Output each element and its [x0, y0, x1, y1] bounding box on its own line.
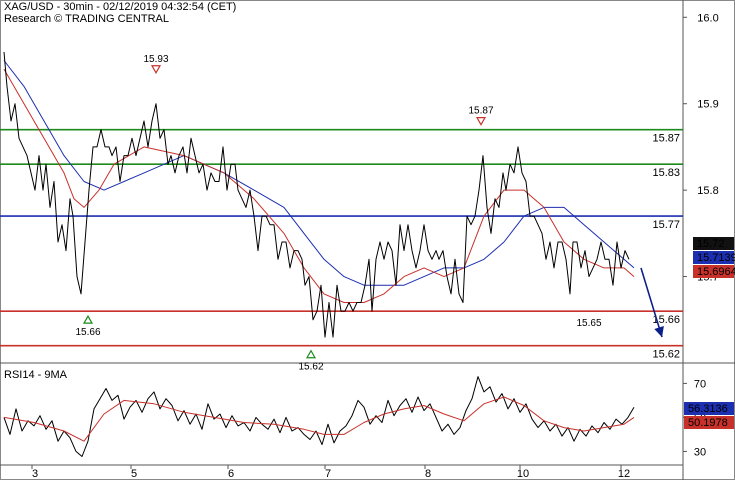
annotation-label: 15.66 [75, 327, 100, 338]
arrow-head-icon [654, 326, 664, 338]
forecast-arrow [640, 267, 664, 338]
price-badge-label: 15.6964 [697, 266, 735, 278]
annotation-label: 15.62 [298, 362, 323, 373]
price-tick-label: 15.8 [697, 185, 718, 197]
level-label: 15.77 [652, 219, 680, 231]
price-line [3, 51, 630, 338]
outer-border [0, 0, 735, 480]
time-tick-label: 3 [32, 468, 38, 480]
rsi-line [3, 376, 635, 457]
level-label: 15.83 [652, 167, 680, 179]
up-triangle-icon [305, 349, 317, 359]
time-tick-label: 6 [228, 468, 234, 480]
time-tick-label: 10 [517, 468, 529, 480]
price-badge-label: 15.72 [697, 238, 725, 250]
rsi-tick-label: 70 [694, 378, 706, 390]
rsi-tick-label: 30 [694, 446, 706, 458]
ma-fast-line [3, 68, 635, 303]
time-tick-label: 12 [618, 468, 630, 480]
forecast-arrow-line [640, 267, 663, 338]
rsi-badge-label: 56.3136 [688, 403, 728, 415]
time-axis: 3 5 6 7 8 10 12 [31, 465, 630, 480]
annotations: 15.93 15.87 15.66 15.62 15.65 [75, 54, 601, 373]
rsi-ma-line [3, 396, 635, 442]
level-label: 15.87 [652, 133, 680, 145]
moving-averages [3, 60, 635, 303]
rsi-badges: 56.3136 50.1978 [684, 402, 734, 429]
price-badges: 15.72 15.7139 15.6964 [693, 237, 735, 278]
chart-frame [0, 0, 735, 480]
down-triangle-icon [475, 117, 487, 126]
level-label: 15.62 [652, 349, 680, 361]
chart-canvas: 15.8715.8315.7715.6615.62 15.9315.8715.6… [0, 0, 735, 480]
time-tick-label: 5 [131, 468, 137, 480]
indicator-title: RSI14 - 9MA [4, 369, 68, 381]
time-tick-label: 8 [425, 468, 431, 480]
rsi-badge-label: 50.1978 [688, 417, 728, 429]
annotation-label: 15.93 [143, 54, 168, 65]
annotation-label: 15.87 [468, 106, 493, 117]
ma-slow-line [3, 60, 635, 286]
up-triangle-icon [82, 314, 94, 324]
price-tick-label: 15.9 [697, 99, 718, 111]
time-tick-label: 7 [325, 468, 331, 480]
price-series [3, 51, 630, 338]
price-badge-label: 15.7139 [697, 252, 735, 264]
down-triangle-icon [150, 65, 162, 74]
price-tick-label: 16.0 [697, 12, 718, 24]
annotation-label: 15.65 [576, 318, 601, 329]
rsi-lines [3, 376, 635, 457]
